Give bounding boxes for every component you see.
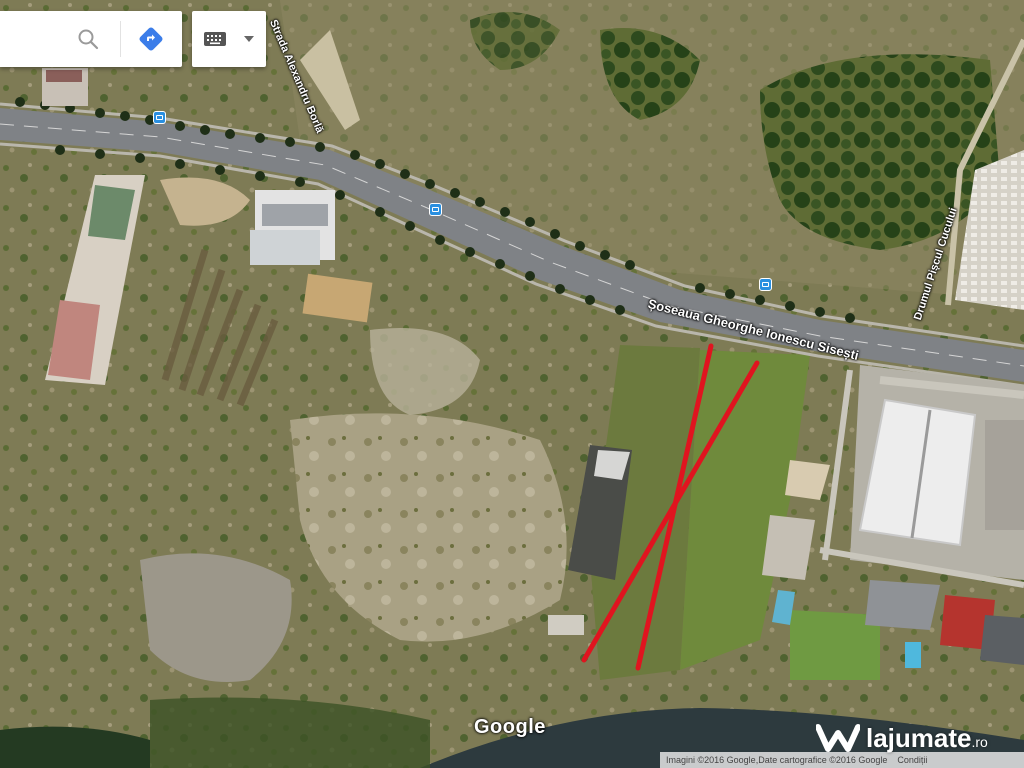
search-input[interactable]: [0, 11, 80, 67]
bus-stop-icon[interactable]: [429, 203, 442, 216]
input-tools-box: [192, 11, 266, 67]
search-icon: [78, 29, 99, 50]
caret-down-icon: [244, 36, 254, 42]
keyboard-button[interactable]: [200, 25, 230, 53]
lajumate-logo-icon: [816, 724, 860, 752]
directions-button[interactable]: [134, 23, 168, 55]
imagery-attribution: Imagini ©2016 Google,Date cartografice ©…: [666, 755, 888, 765]
divider: [120, 21, 121, 57]
directions-icon: [139, 27, 163, 51]
watermark-brand: lajumate: [866, 722, 972, 753]
lajumate-watermark: lajumate .ro: [816, 722, 988, 754]
terms-link[interactable]: Condiții: [897, 755, 927, 765]
bus-stop-icon[interactable]: [153, 111, 166, 124]
search-box: [0, 11, 182, 67]
attribution-bar: Imagini ©2016 Google,Date cartografice ©…: [660, 752, 1024, 768]
google-logo: Google: [474, 716, 546, 738]
watermark-suffix: .ro: [971, 734, 988, 750]
keyboard-icon: [204, 32, 226, 46]
bus-stop-icon[interactable]: [759, 278, 772, 291]
input-tools-dropdown[interactable]: [240, 25, 258, 53]
search-button[interactable]: [70, 23, 106, 55]
